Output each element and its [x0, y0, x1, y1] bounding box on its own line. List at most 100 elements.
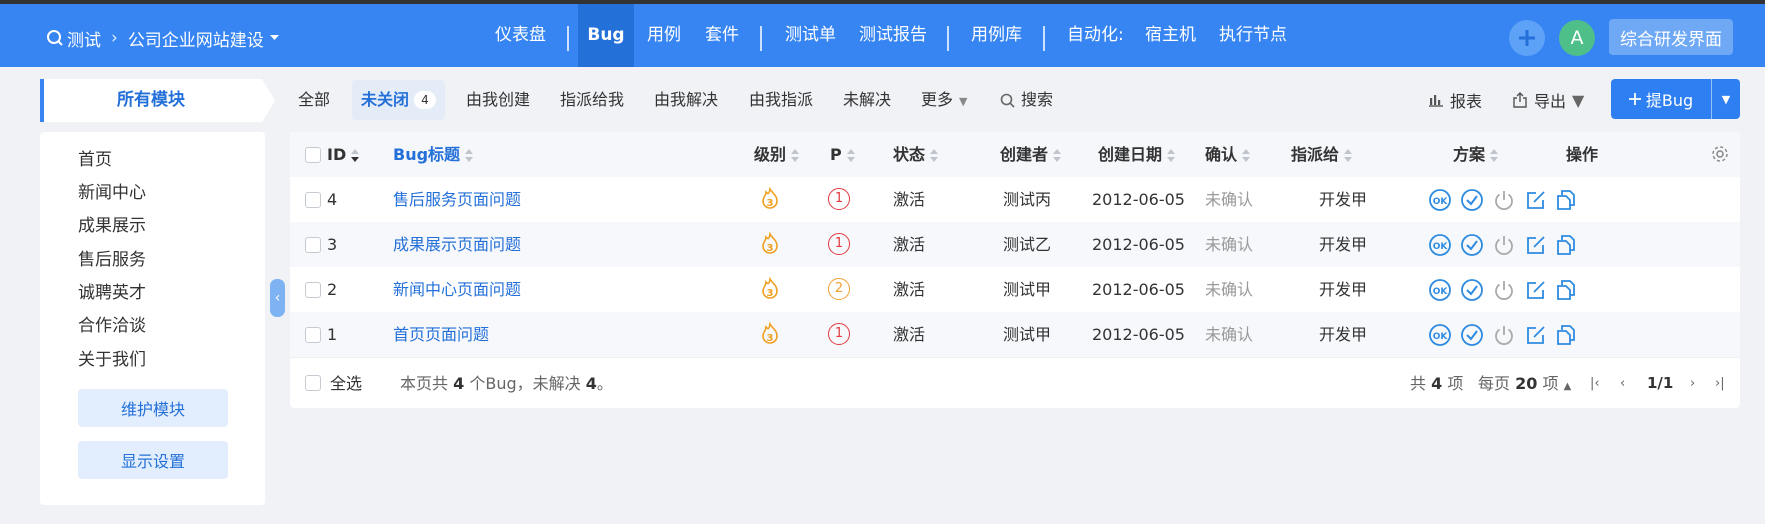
nav-host[interactable]: 宿主机 [1145, 4, 1196, 67]
search-icon [1000, 93, 1015, 108]
table-row[interactable]: 3 成果展示页面问题 3 1 激活 测试乙 2012-06-05 未确认 开发甲 OK [290, 222, 1740, 267]
tab-more[interactable]: 更多 ▼ [921, 80, 967, 120]
module-item[interactable]: 合作洽谈 [78, 315, 146, 337]
nav-dashboard[interactable]: 仪表盘 [495, 4, 546, 67]
tab-unresolved[interactable]: 未解决 [843, 80, 891, 120]
nav-testtask[interactable]: 测试单 [785, 4, 836, 67]
select-all-checkbox[interactable] [305, 375, 321, 391]
edit-icon[interactable] [1524, 188, 1548, 212]
bug-title-link[interactable]: 首页页面问题 [393, 312, 489, 357]
col-assignee[interactable]: 指派给 [1291, 132, 1353, 177]
gear-icon[interactable] [1711, 145, 1729, 163]
product-switcher[interactable]: 测试 [67, 26, 101, 51]
module-item[interactable]: 诚聘英才 [78, 282, 146, 304]
resolve-icon[interactable] [1460, 323, 1484, 347]
tab-unclosed[interactable]: 未关闭 4 [352, 80, 445, 120]
next-page-icon[interactable]: › [1690, 376, 1695, 391]
col-date[interactable]: 创建日期 [1098, 132, 1176, 177]
create-plus-button[interactable] [1509, 20, 1545, 56]
summary-prefix: 本页共 [400, 374, 449, 393]
display-settings-button[interactable]: 显示设置 [78, 441, 228, 479]
export-button[interactable]: 导出 ▼ [1512, 80, 1584, 120]
confirm-icon[interactable]: OK [1428, 323, 1452, 347]
tab-all[interactable]: 全部 [298, 80, 330, 120]
col-severity[interactable]: 级别 [754, 132, 800, 177]
confirm-icon[interactable]: OK [1428, 278, 1452, 302]
tab-opened-by-me[interactable]: 由我创建 [466, 80, 530, 120]
select-all-label[interactable]: 全选 [330, 358, 362, 409]
report-button[interactable]: 报表 [1428, 80, 1482, 120]
per-page-selector[interactable]: 每页 20 项 ▲ [1478, 358, 1571, 409]
close-icon[interactable] [1492, 323, 1516, 347]
add-bug-button[interactable]: 提Bug ▼ [1611, 79, 1740, 119]
row-checkbox[interactable] [305, 192, 321, 208]
bug-assignee[interactable]: 开发甲 [1319, 222, 1367, 267]
project-switcher[interactable]: 公司企业网站建设 [128, 26, 264, 51]
nav-testreport[interactable]: 测试报告 [859, 4, 927, 67]
nav-caselib[interactable]: 用例库 [971, 4, 1022, 67]
col-title[interactable]: Bug标题 [393, 132, 474, 177]
table-row[interactable]: 1 首页页面问题 3 1 激活 测试甲 2012-06-05 未确认 开发甲 OK [290, 312, 1740, 357]
bug-assignee[interactable]: 开发甲 [1319, 312, 1367, 357]
nav-suite[interactable]: 套件 [705, 4, 739, 67]
sidebar-collapse-button[interactable]: ‹ [270, 279, 285, 317]
row-checkbox[interactable] [305, 327, 321, 343]
table-row[interactable]: 2 新闻中心页面问题 3 2 激活 测试甲 2012-06-05 未确认 开发甲 OK [290, 267, 1740, 312]
last-page-icon[interactable]: ›| [1715, 376, 1725, 391]
header-checkbox[interactable] [305, 147, 321, 163]
all-modules-tab[interactable]: 所有模块 [40, 79, 275, 122]
search-label: 搜索 [1021, 90, 1054, 109]
avatar[interactable]: A [1559, 20, 1595, 56]
resolve-icon[interactable] [1460, 188, 1484, 212]
close-icon[interactable] [1492, 233, 1516, 257]
bug-title-link[interactable]: 售后服务页面问题 [393, 177, 521, 222]
col-title-label: Bug标题 [393, 145, 461, 164]
module-item[interactable]: 售后服务 [78, 249, 146, 271]
bug-assignee[interactable]: 开发甲 [1319, 267, 1367, 312]
prev-page-icon[interactable]: ‹ [1620, 376, 1625, 391]
bug-title-link[interactable]: 新闻中心页面问题 [393, 267, 521, 312]
edit-icon[interactable] [1524, 233, 1548, 257]
tab-assigned-by-me[interactable]: 由我指派 [749, 80, 813, 120]
copy-icon[interactable] [1554, 278, 1578, 302]
confirm-icon[interactable]: OK [1428, 233, 1452, 257]
add-bug-main[interactable]: 提Bug [1611, 79, 1710, 119]
nav-exec-node[interactable]: 执行节点 [1219, 4, 1287, 67]
close-icon[interactable] [1492, 188, 1516, 212]
module-item[interactable]: 关于我们 [78, 349, 146, 371]
copy-icon[interactable] [1554, 188, 1578, 212]
row-checkbox[interactable] [305, 237, 321, 253]
resolve-icon[interactable] [1460, 278, 1484, 302]
resolve-icon[interactable] [1460, 233, 1484, 257]
caret-down-icon[interactable] [269, 35, 279, 41]
copy-icon[interactable] [1554, 323, 1578, 347]
copy-icon[interactable] [1554, 233, 1578, 257]
row-checkbox[interactable] [305, 282, 321, 298]
col-resolution[interactable]: 方案 [1453, 132, 1499, 177]
edit-icon[interactable] [1524, 323, 1548, 347]
module-item[interactable]: 首页 [78, 149, 112, 171]
first-page-icon[interactable]: |‹ [1590, 376, 1600, 391]
table-row[interactable]: 4 售后服务页面问题 3 1 激活 测试丙 2012-06-05 未确认 开发甲 OK [290, 177, 1740, 222]
edit-icon[interactable] [1524, 278, 1548, 302]
col-confirm[interactable]: 确认 [1205, 132, 1251, 177]
bug-assignee[interactable]: 开发甲 [1319, 177, 1367, 222]
nav-testcase[interactable]: 用例 [647, 4, 681, 67]
col-status[interactable]: 状态 [893, 132, 939, 177]
search-button[interactable]: 搜索 [1000, 80, 1053, 120]
col-severity-label: 级别 [754, 145, 787, 164]
tab-resolved-by-me[interactable]: 由我解决 [654, 80, 718, 120]
nav-bug[interactable]: Bug [578, 4, 634, 67]
workspace-switch-button[interactable]: 综合研发界面 [1609, 19, 1733, 55]
confirm-icon[interactable]: OK [1428, 188, 1452, 212]
tab-assigned-to-me[interactable]: 指派给我 [560, 80, 624, 120]
col-priority[interactable]: P [830, 132, 856, 177]
col-id[interactable]: ID [327, 132, 360, 177]
bug-title-link[interactable]: 成果展示页面问题 [393, 222, 521, 267]
add-bug-dropdown-toggle[interactable]: ▼ [1711, 79, 1740, 119]
module-item[interactable]: 新闻中心 [78, 182, 146, 204]
close-icon[interactable] [1492, 278, 1516, 302]
col-creator[interactable]: 创建者 [1000, 132, 1062, 177]
module-item[interactable]: 成果展示 [78, 215, 146, 237]
maintain-modules-button[interactable]: 维护模块 [78, 389, 228, 427]
